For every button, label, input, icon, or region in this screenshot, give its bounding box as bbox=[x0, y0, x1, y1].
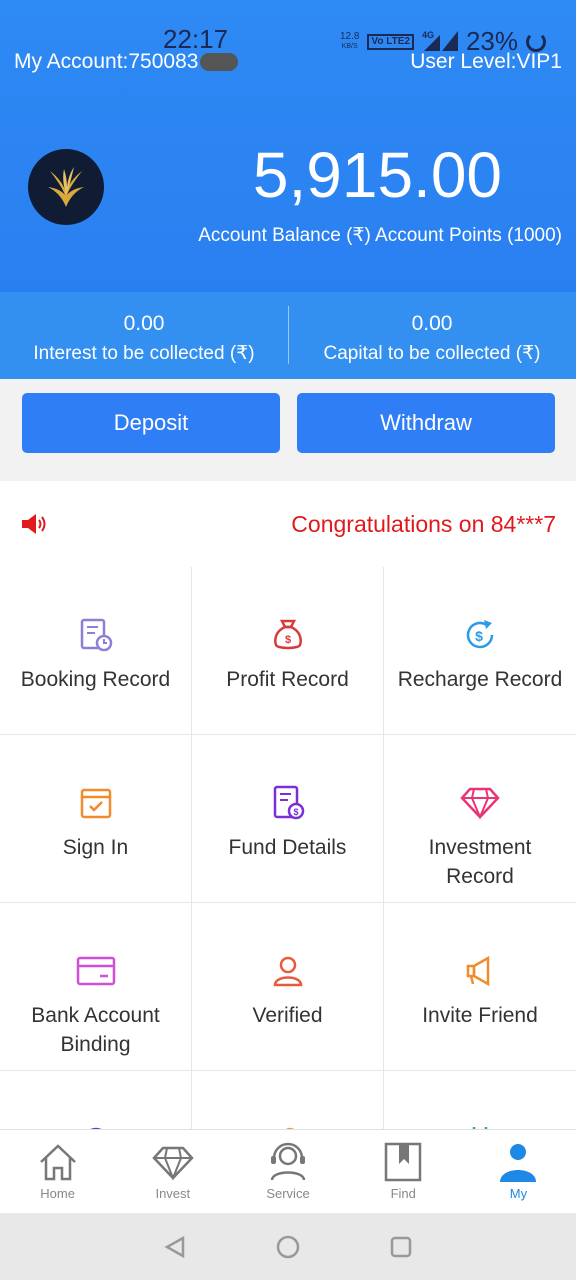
bottom-navigation: Home Invest Service Find My bbox=[0, 1129, 576, 1213]
nav-label: Home bbox=[40, 1186, 75, 1201]
booking-record-cell[interactable]: Booking Record bbox=[0, 567, 192, 735]
grid-cell-partial[interactable] bbox=[0, 1071, 192, 1129]
recent-apps-icon[interactable] bbox=[389, 1235, 413, 1259]
feature-grid: Booking Record $ Profit Record $ Recharg… bbox=[0, 567, 576, 1129]
nav-label: Find bbox=[390, 1186, 416, 1201]
user-verified-icon bbox=[268, 951, 308, 991]
my-account-page: 22:17 12.8 KB/S Vo LTE2 4G 23% My Accoun… bbox=[0, 0, 576, 1280]
capital-collect: 0.00 Capital to be collected (₹) bbox=[288, 292, 576, 379]
svg-text:$: $ bbox=[293, 807, 298, 817]
network-speed: 12.8 KB/S bbox=[339, 30, 360, 52]
grid-label: Profit Record bbox=[226, 668, 349, 691]
notice-bar: Congratulations on 84***7 bbox=[0, 481, 576, 567]
notice-text: Congratulations on 84***7 bbox=[291, 511, 556, 537]
verified-cell[interactable]: Verified bbox=[192, 903, 384, 1071]
user-level: User Level:VIP1 bbox=[410, 50, 562, 73]
money-bag-icon: $ bbox=[268, 615, 308, 655]
invite-friend-cell[interactable]: Invite Friend bbox=[384, 903, 576, 1071]
grid-label: Verified bbox=[252, 1004, 323, 1027]
recharge-record-cell[interactable]: $ Recharge Record bbox=[384, 567, 576, 735]
headset-icon bbox=[270, 1142, 306, 1181]
collect-summary: 0.00 Interest to be collected (₹) 0.00 C… bbox=[0, 292, 576, 379]
interest-label: Interest to be collected (₹) bbox=[33, 343, 255, 364]
withdraw-button[interactable]: Withdraw bbox=[297, 393, 555, 453]
nav-label: My bbox=[509, 1186, 528, 1201]
investment-record-cell[interactable]: Investment Record bbox=[384, 735, 576, 903]
fund-details-icon: $ bbox=[268, 783, 308, 823]
profit-record-cell[interactable]: $ Profit Record bbox=[192, 567, 384, 735]
nav-invest[interactable]: Invest bbox=[115, 1130, 230, 1213]
bookmark-icon bbox=[384, 1142, 422, 1182]
interest-collect: 0.00 Interest to be collected (₹) bbox=[0, 292, 288, 379]
svg-text:4G: 4G bbox=[422, 30, 434, 40]
capital-value: 0.00 bbox=[411, 312, 453, 335]
megaphone-icon bbox=[460, 951, 500, 991]
grid-cell-partial[interactable] bbox=[192, 1071, 384, 1129]
home-circle-icon[interactable] bbox=[275, 1234, 301, 1260]
grid-label: Recharge Record bbox=[397, 668, 563, 691]
bank-card-icon bbox=[76, 951, 116, 991]
user-icon bbox=[500, 1144, 537, 1182]
grid-label: Sign In bbox=[62, 836, 129, 859]
capital-label: Capital to be collected (₹) bbox=[323, 343, 541, 364]
network-speed-value: 12.8 bbox=[339, 30, 360, 42]
grid-cell-partial[interactable] bbox=[384, 1071, 576, 1129]
network-speed-unit: KB/S bbox=[341, 42, 358, 50]
nav-home[interactable]: Home bbox=[0, 1130, 115, 1213]
grid-label: Booking Record bbox=[20, 668, 171, 691]
account-id: My Account:750083 bbox=[14, 50, 239, 74]
speaker-icon bbox=[22, 514, 48, 539]
svg-text:$: $ bbox=[284, 634, 290, 646]
grid-label: Bank Account Binding bbox=[31, 1004, 160, 1056]
nav-label: Service bbox=[266, 1186, 310, 1201]
account-balance: 5,915.00 bbox=[252, 139, 502, 211]
nav-label: Invest bbox=[155, 1186, 191, 1201]
battery-ring-icon bbox=[526, 31, 546, 52]
sign-in-cell[interactable]: Sign In bbox=[0, 735, 192, 903]
grid-label: Invite Friend bbox=[422, 1004, 538, 1027]
system-navigation-bar bbox=[0, 1213, 576, 1280]
bank-account-binding-cell[interactable]: Bank Account Binding bbox=[0, 903, 192, 1071]
brand-logo bbox=[28, 149, 104, 225]
phoenix-icon bbox=[48, 167, 84, 207]
partial-icon bbox=[268, 1119, 308, 1129]
grid-label: Fund Details bbox=[228, 836, 347, 859]
account-header: 22:17 12.8 KB/S Vo LTE2 4G 23% My Accoun… bbox=[0, 0, 576, 292]
partial-icon bbox=[76, 1119, 116, 1129]
home-icon bbox=[39, 1144, 76, 1181]
partial-icon bbox=[460, 1119, 500, 1129]
interest-value: 0.00 bbox=[123, 312, 165, 335]
recharge-icon: $ bbox=[460, 615, 500, 655]
svg-text:$: $ bbox=[475, 628, 483, 644]
calendar-check-icon bbox=[76, 783, 116, 823]
back-icon[interactable] bbox=[163, 1235, 187, 1259]
redacted-mark bbox=[200, 53, 239, 72]
nav-find[interactable]: Find bbox=[346, 1130, 461, 1213]
deposit-button[interactable]: Deposit bbox=[22, 393, 280, 453]
balance-label: Account Balance (₹) Account Points (1000… bbox=[198, 225, 562, 246]
nav-my[interactable]: My bbox=[461, 1130, 576, 1213]
volte-icon: Vo LTE2 bbox=[367, 33, 414, 50]
action-buttons: Deposit Withdraw bbox=[0, 379, 576, 481]
booking-record-icon bbox=[76, 615, 116, 655]
diamond-icon bbox=[152, 1146, 194, 1181]
grid-label: Investment Record bbox=[428, 836, 532, 888]
account-id-text: My Account:750083 bbox=[14, 50, 199, 73]
nav-service[interactable]: Service bbox=[230, 1130, 345, 1213]
fund-details-cell[interactable]: $ Fund Details bbox=[192, 735, 384, 903]
diamond-icon bbox=[460, 783, 500, 823]
